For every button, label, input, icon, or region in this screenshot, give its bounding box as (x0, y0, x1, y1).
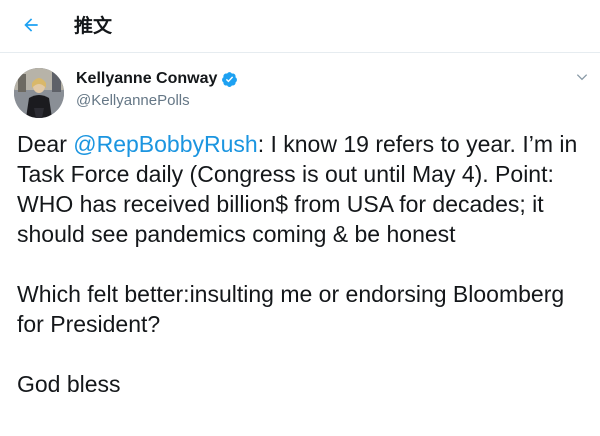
top-bar: 推文 (0, 0, 600, 53)
tweet-paragraph-1: Dear @RepBobbyRush: I know 19 refers to … (17, 129, 592, 249)
tweet-author: Kellyanne Conway @KellyannePolls (76, 68, 238, 111)
author-handle[interactable]: @KellyannePolls (76, 91, 238, 111)
author-display-name[interactable]: Kellyanne Conway (76, 68, 217, 90)
avatar[interactable] (14, 68, 64, 118)
back-button[interactable] (14, 10, 48, 44)
page-title: 推文 (74, 16, 113, 37)
tweet-text-segment: Dear (17, 131, 74, 157)
arrow-left-icon (21, 15, 41, 40)
tweet-paragraph-2: Which felt better:insulting me or endors… (17, 281, 565, 337)
tweet-text: Dear @RepBobbyRush: I know 19 refers to … (17, 129, 592, 399)
mention-link[interactable]: @RepBobbyRush (73, 131, 257, 157)
tweet-paragraph-3: God bless (17, 371, 121, 397)
verified-badge-icon (221, 71, 238, 88)
chevron-down-icon (575, 70, 589, 89)
tweet-menu-button[interactable] (573, 70, 591, 88)
